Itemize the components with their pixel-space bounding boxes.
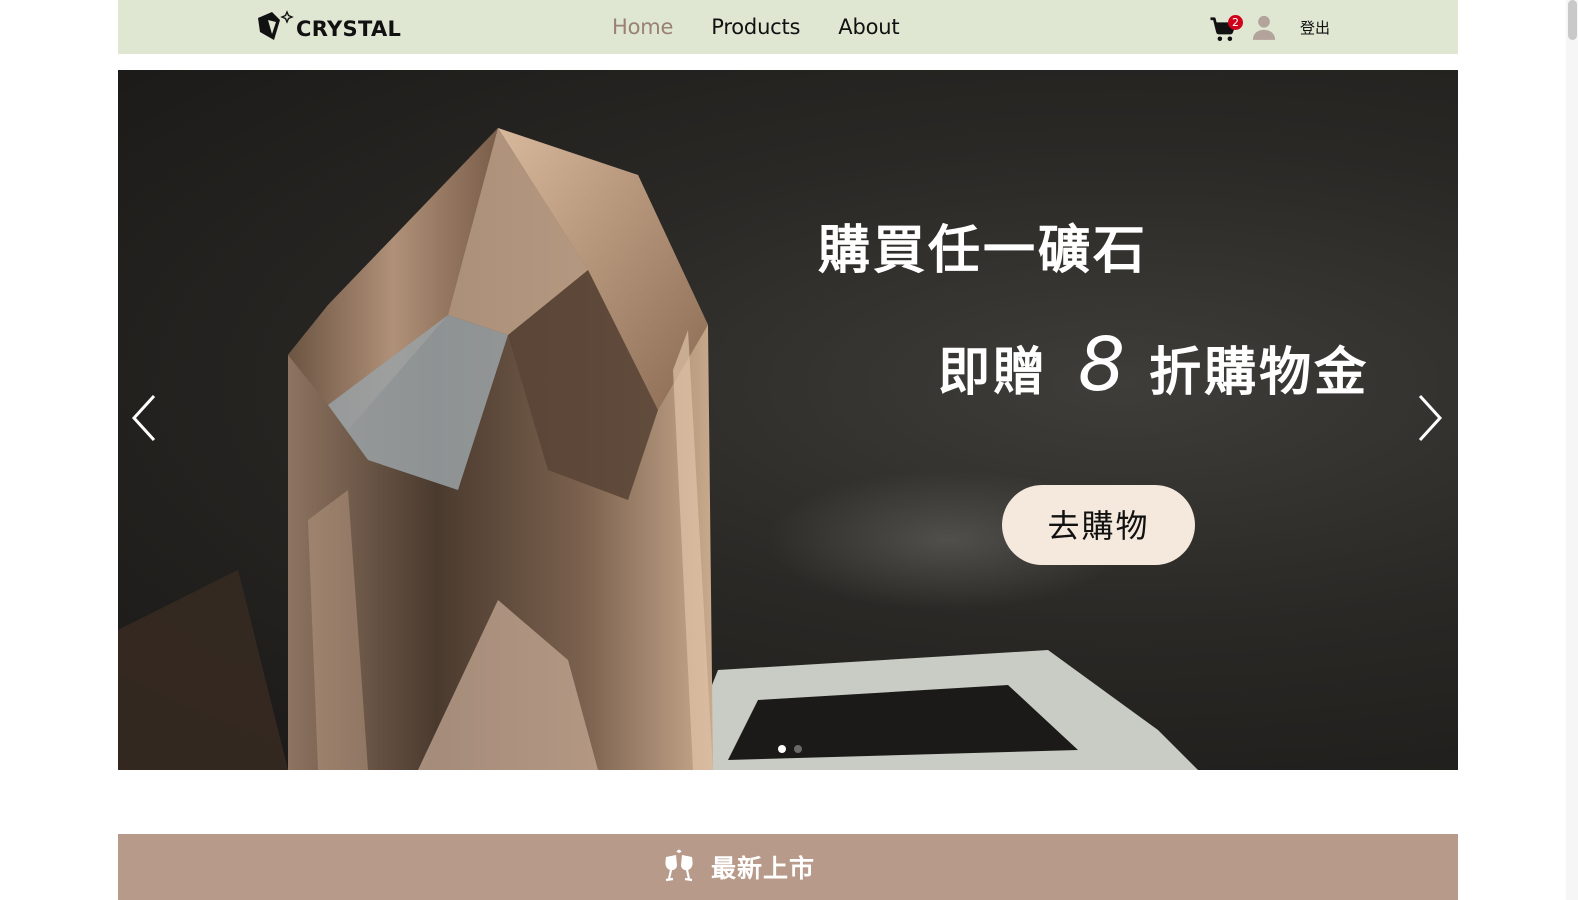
carousel-dot-1[interactable] (778, 745, 786, 753)
new-arrivals-banner: 最新上市 (118, 834, 1458, 900)
scrollbar-thumb[interactable] (1568, 0, 1577, 40)
nav-products[interactable]: Products (711, 15, 800, 39)
navbar: CRYSTAL Home Products About 2 登出 (118, 0, 1458, 54)
chevron-left-icon[interactable] (124, 390, 164, 446)
hero-title: 購買任一礦石 (818, 221, 1149, 281)
nav-actions: 2 登出 (1208, 0, 1330, 54)
cart-count-badge: 2 (1228, 15, 1243, 30)
nav-about[interactable]: About (838, 15, 899, 39)
crystal-photo (118, 128, 1198, 770)
chevron-right-icon[interactable] (1410, 390, 1450, 446)
carousel-indicators (778, 745, 810, 753)
brand-name: CRYSTAL (296, 17, 402, 41)
user-icon[interactable] (1250, 13, 1278, 41)
section-title: 最新上市 (710, 854, 815, 883)
hero-subtitle: 即贈 8 折購物金 (938, 322, 1369, 408)
cheers-icon (665, 849, 693, 882)
logout-link[interactable]: 登出 (1300, 17, 1330, 38)
hero-subtitle-suffix: 折購物金 (1149, 343, 1370, 403)
carousel-dot-2[interactable] (794, 745, 802, 753)
main-nav: Home Products About (612, 0, 937, 54)
shop-now-button[interactable]: 去購物 (1002, 485, 1195, 565)
hero-subtitle-prefix: 即贈 (938, 343, 1049, 403)
page: CRYSTAL Home Products About 2 登出 購買任一礦石 … (0, 0, 1578, 900)
brand-logo[interactable]: CRYSTAL (254, 6, 401, 46)
nav-home[interactable]: Home (612, 15, 673, 39)
hero-discount-number: 8 (1078, 322, 1126, 408)
page-scrollbar[interactable] (1566, 0, 1578, 900)
hero-carousel: 購買任一礦石 即贈 8 折購物金 去購物 (118, 70, 1458, 770)
crystal-logo-icon (258, 10, 294, 40)
cart-button[interactable]: 2 (1208, 11, 1243, 43)
